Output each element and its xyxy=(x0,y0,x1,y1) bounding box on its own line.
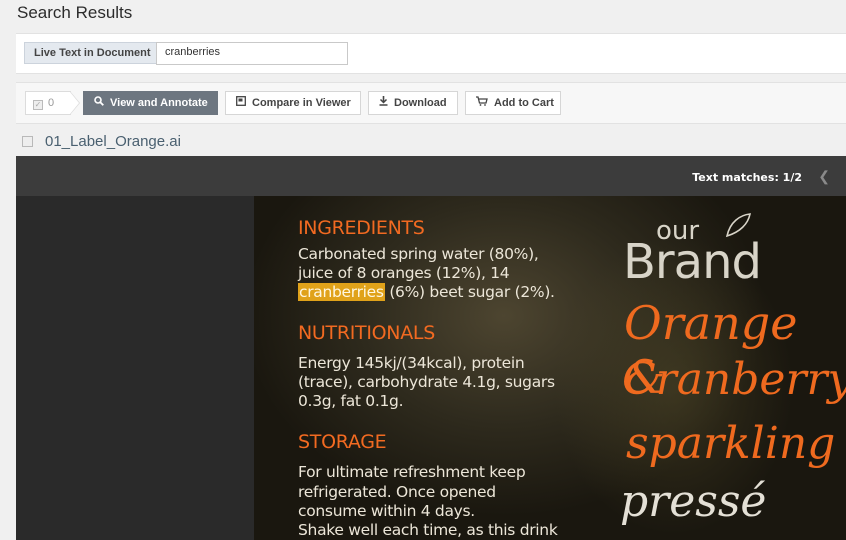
ingredients-line-3: cranberries (6%) beet sugar (2%). xyxy=(298,283,555,301)
add-to-cart-button[interactable]: Add to Cart xyxy=(465,91,561,115)
select-count-chip[interactable]: ✓ 0 xyxy=(25,91,71,115)
compare-icon xyxy=(236,92,246,114)
search-scope-label[interactable]: Live Text in Document xyxy=(24,42,161,64)
selected-count: 0 xyxy=(48,97,55,109)
storage-heading: STORAGE xyxy=(298,431,387,453)
chevron-left-icon[interactable]: ❮ xyxy=(818,168,830,185)
storage-line-2: refrigerated. Once opened xyxy=(298,483,496,501)
compare-label: Compare in Viewer xyxy=(252,97,351,109)
compare-viewer-button[interactable]: Compare in Viewer xyxy=(225,91,361,115)
checkbox-icon: ✓ xyxy=(33,100,43,110)
search-icon xyxy=(94,92,104,114)
ingredients-line-1: Carbonated spring water (80%), xyxy=(298,245,539,263)
document-preview: INGREDIENTS Carbonated spring water (80%… xyxy=(254,196,846,540)
nutritionals-heading: NUTRITIONALS xyxy=(298,322,435,344)
ingredients-line-3-rest: (6%) beet sugar (2%). xyxy=(384,283,555,301)
viewer-header: Text matches: 1/2 ❮ xyxy=(16,156,846,196)
add-to-cart-label: Add to Cart xyxy=(494,97,554,109)
text-matches-counter: Text matches: 1/2 xyxy=(692,171,802,184)
result-file-name[interactable]: 01_Label_Orange.ai xyxy=(45,133,181,150)
storage-line-4: Shake well each time, as this drink xyxy=(298,521,558,539)
download-button[interactable]: Download xyxy=(368,91,458,115)
view-annotate-label: View and Annotate xyxy=(110,97,208,109)
page-title: Search Results xyxy=(17,3,133,22)
brand-name: Brand xyxy=(623,234,762,290)
nutritionals-line-3: 0.3g, fat 0.1g. xyxy=(298,392,404,410)
viewer-margin xyxy=(16,196,254,540)
results-toolbar: ✓ 0 View and Annotate Compare in Viewer D… xyxy=(16,82,846,124)
nutritionals-line-2: (trace), carbohydrate 4.1g, sugars xyxy=(298,373,555,391)
search-highlight[interactable]: cranberries xyxy=(298,283,385,301)
storage-line-1: For ultimate refreshment keep xyxy=(298,463,526,481)
search-input[interactable]: cranberries xyxy=(156,42,348,65)
search-panel: Live Text in Document cranberries xyxy=(16,33,846,74)
flavor-presse: pressé xyxy=(620,476,767,527)
flavor-sparkling: sparkling xyxy=(626,418,836,469)
flavor-cranberry: Cranberry xyxy=(622,354,846,405)
download-label: Download xyxy=(394,97,447,109)
cart-icon xyxy=(476,92,488,114)
download-icon xyxy=(379,92,388,114)
result-row[interactable]: 01_Label_Orange.ai xyxy=(16,126,846,156)
ingredients-heading: INGREDIENTS xyxy=(298,217,425,239)
view-annotate-button[interactable]: View and Annotate xyxy=(83,91,218,115)
result-checkbox[interactable] xyxy=(22,136,33,147)
ingredients-line-2: juice of 8 oranges (12%), 14 xyxy=(298,264,510,282)
nutritionals-line-1: Energy 145kj/(34kcal), protein xyxy=(298,354,525,372)
storage-line-3: consume within 4 days. xyxy=(298,502,475,520)
chip-arrow-inner xyxy=(70,92,79,114)
